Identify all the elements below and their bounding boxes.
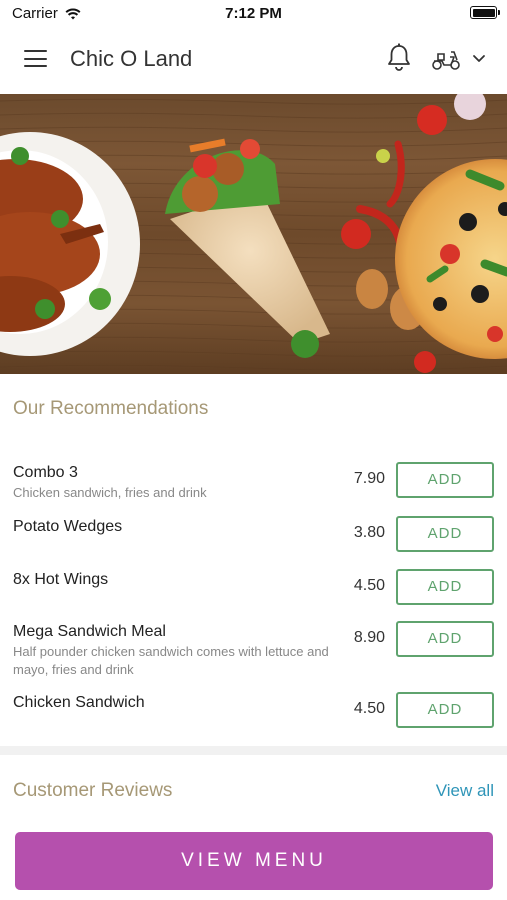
view-all-link[interactable]: View all: [436, 781, 494, 801]
menu-icon[interactable]: [24, 50, 47, 67]
item-price: 4.50: [353, 577, 385, 594]
delivery-scooter-icon[interactable]: [430, 47, 462, 71]
bell-icon[interactable]: [385, 42, 413, 72]
add-button[interactable]: ADD: [396, 621, 494, 657]
page-title: Chic O Land: [70, 46, 193, 71]
app-header: Chic O Land: [0, 26, 507, 94]
section-divider: [0, 746, 507, 755]
view-menu-button[interactable]: VIEW MENU: [15, 832, 493, 890]
item-price: 7.90: [353, 470, 385, 487]
item-name: Potato Wedges: [13, 518, 123, 535]
item-name: Mega Sandwich Meal: [13, 623, 166, 640]
item-name: Combo 3: [13, 464, 78, 481]
add-button[interactable]: ADD: [396, 692, 494, 728]
item-price: 8.90: [353, 629, 385, 646]
item-price: 4.50: [353, 700, 385, 717]
item-description: Chicken sandwich, fries and drink: [13, 485, 207, 500]
chevron-down-icon[interactable]: [472, 54, 486, 64]
add-button[interactable]: ADD: [396, 462, 494, 498]
recommendations-title: Our Recommendations: [13, 398, 209, 419]
reviews-title: Customer Reviews: [13, 780, 173, 801]
food-banner-image: [0, 94, 507, 374]
recommendations-section: Our Recommendations Combo 3 Chicken sand…: [0, 374, 507, 746]
hero-food-banner: [0, 94, 507, 374]
status-bar: Carrier 7:12 PM: [0, 0, 507, 26]
item-name: Chicken Sandwich: [13, 694, 145, 711]
item-price: 3.80: [353, 524, 385, 541]
add-button[interactable]: ADD: [396, 516, 494, 552]
add-button[interactable]: ADD: [396, 569, 494, 605]
item-name: 8x Hot Wings: [13, 571, 109, 588]
item-description: Half pounder chicken sandwich comes with…: [13, 644, 329, 677]
battery-icon: [470, 6, 500, 19]
status-time: 7:12 PM: [225, 5, 282, 22]
